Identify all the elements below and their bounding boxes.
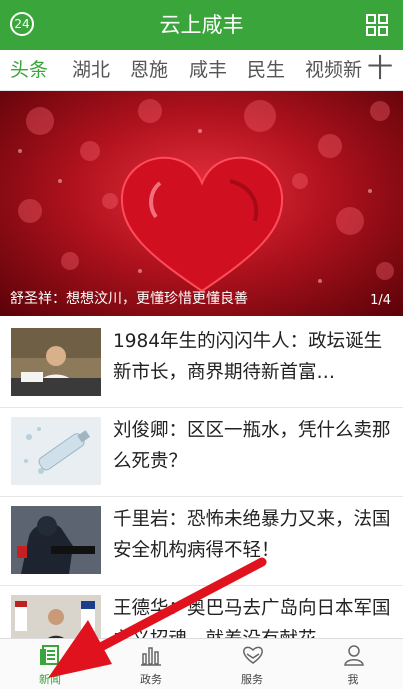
- nav-government-label: 政务: [140, 673, 162, 686]
- tab-video[interactable]: 视频新: [305, 50, 365, 90]
- news-thumbnail: [11, 328, 101, 396]
- news-title: 千里岩：恐怖未绝暴力又来，法国安全机构病得不轻！: [113, 509, 391, 561]
- nav-services-label: 服务: [241, 673, 263, 686]
- news-title: 1984年生的闪闪牛人：政坛诞生新市长，商界期待新首富…: [113, 331, 383, 383]
- heart-hands-icon: [243, 646, 263, 664]
- banner-pager: 1/4: [370, 293, 391, 308]
- chart-icon: [141, 647, 161, 666]
- tab-headlines[interactable]: 头条: [10, 50, 48, 90]
- nav-government[interactable]: 政务: [101, 639, 201, 689]
- news-thumbnail: [11, 506, 101, 574]
- channel-tabs: 头条 湖北 恩施 咸丰 民生 视频新 十: [0, 50, 403, 91]
- tab-minsheng[interactable]: 民生: [247, 50, 285, 90]
- add-channel-button[interactable]: 十: [367, 50, 393, 90]
- person-icon: [344, 645, 364, 666]
- news-item[interactable]: 1984年生的闪闪牛人：政坛诞生新市长，商界期待新首富…: [0, 318, 403, 408]
- app-title: 云上咸丰: [159, 13, 244, 37]
- headline-banner[interactable]: 舒圣祥：想想汶川，更懂珍惜更懂良善 1/4: [0, 91, 403, 316]
- news-item[interactable]: 刘俊卿：区区一瓶水，凭什么卖那么死贵？: [0, 407, 403, 497]
- tab-xianfeng[interactable]: 咸丰: [189, 50, 227, 90]
- nav-news[interactable]: 新闻: [0, 639, 100, 689]
- nav-services[interactable]: 服务: [202, 639, 302, 689]
- news-item[interactable]: 千里岩：恐怖未绝暴力又来，法国安全机构病得不轻！: [0, 496, 403, 586]
- nav-me[interactable]: 我: [303, 639, 403, 689]
- news-title: 刘俊卿：区区一瓶水，凭什么卖那么死贵？: [113, 420, 391, 472]
- grid-menu-icon[interactable]: [365, 13, 389, 37]
- heart-banner-image: [18, 99, 394, 293]
- banner-caption: 舒圣祥：想想汶川，更懂珍惜更懂良善: [10, 291, 248, 307]
- tab-hubei[interactable]: 湖北: [72, 50, 110, 90]
- news-thumbnail: [11, 417, 101, 485]
- tab-enshi[interactable]: 恩施: [130, 50, 168, 90]
- top-bar: 24 云上咸丰: [0, 0, 403, 50]
- bottom-navigation: 新闻 政务 服务 我: [0, 638, 403, 689]
- nav-news-label: 新闻: [39, 673, 61, 686]
- nav-me-label: 我: [347, 673, 359, 686]
- news-icon: [40, 645, 59, 665]
